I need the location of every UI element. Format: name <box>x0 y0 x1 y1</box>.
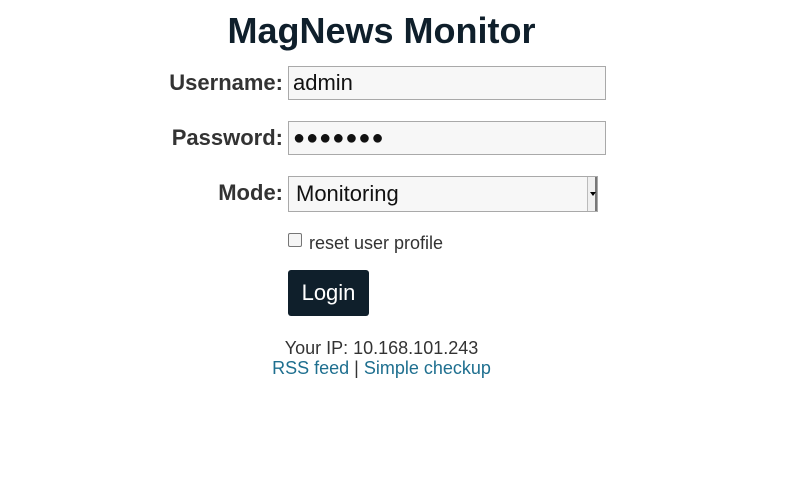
password-label: Password: <box>171 125 283 150</box>
rss-feed-link[interactable]: RSS feed <box>272 358 349 378</box>
ip-address-text: Your IP: 10.168.101.243 <box>284 338 479 358</box>
page-title: MagNews Monitor <box>227 10 536 51</box>
mode-select-value: Monitoring <box>296 181 399 206</box>
password-input[interactable]: ●●●●●●● <box>288 121 606 155</box>
username-input[interactable] <box>288 66 606 100</box>
simple-checkup-link[interactable]: Simple checkup <box>364 358 491 378</box>
mode-label: Mode: <box>218 180 283 205</box>
link-separator: | <box>354 358 359 378</box>
mode-select[interactable]: Monitoring <box>288 176 598 212</box>
reset-profile-checkbox[interactable] <box>288 233 302 247</box>
login-button[interactable]: Login <box>288 270 369 316</box>
reset-profile-label[interactable]: reset user profile <box>309 232 443 254</box>
username-label: Username: <box>169 70 283 95</box>
dropdown-arrow-icon[interactable] <box>587 177 597 211</box>
login-page: MagNews Monitor Username: Password: ●●●●… <box>0 0 791 503</box>
footer-links: RSS feed | Simple checkup <box>0 357 763 379</box>
